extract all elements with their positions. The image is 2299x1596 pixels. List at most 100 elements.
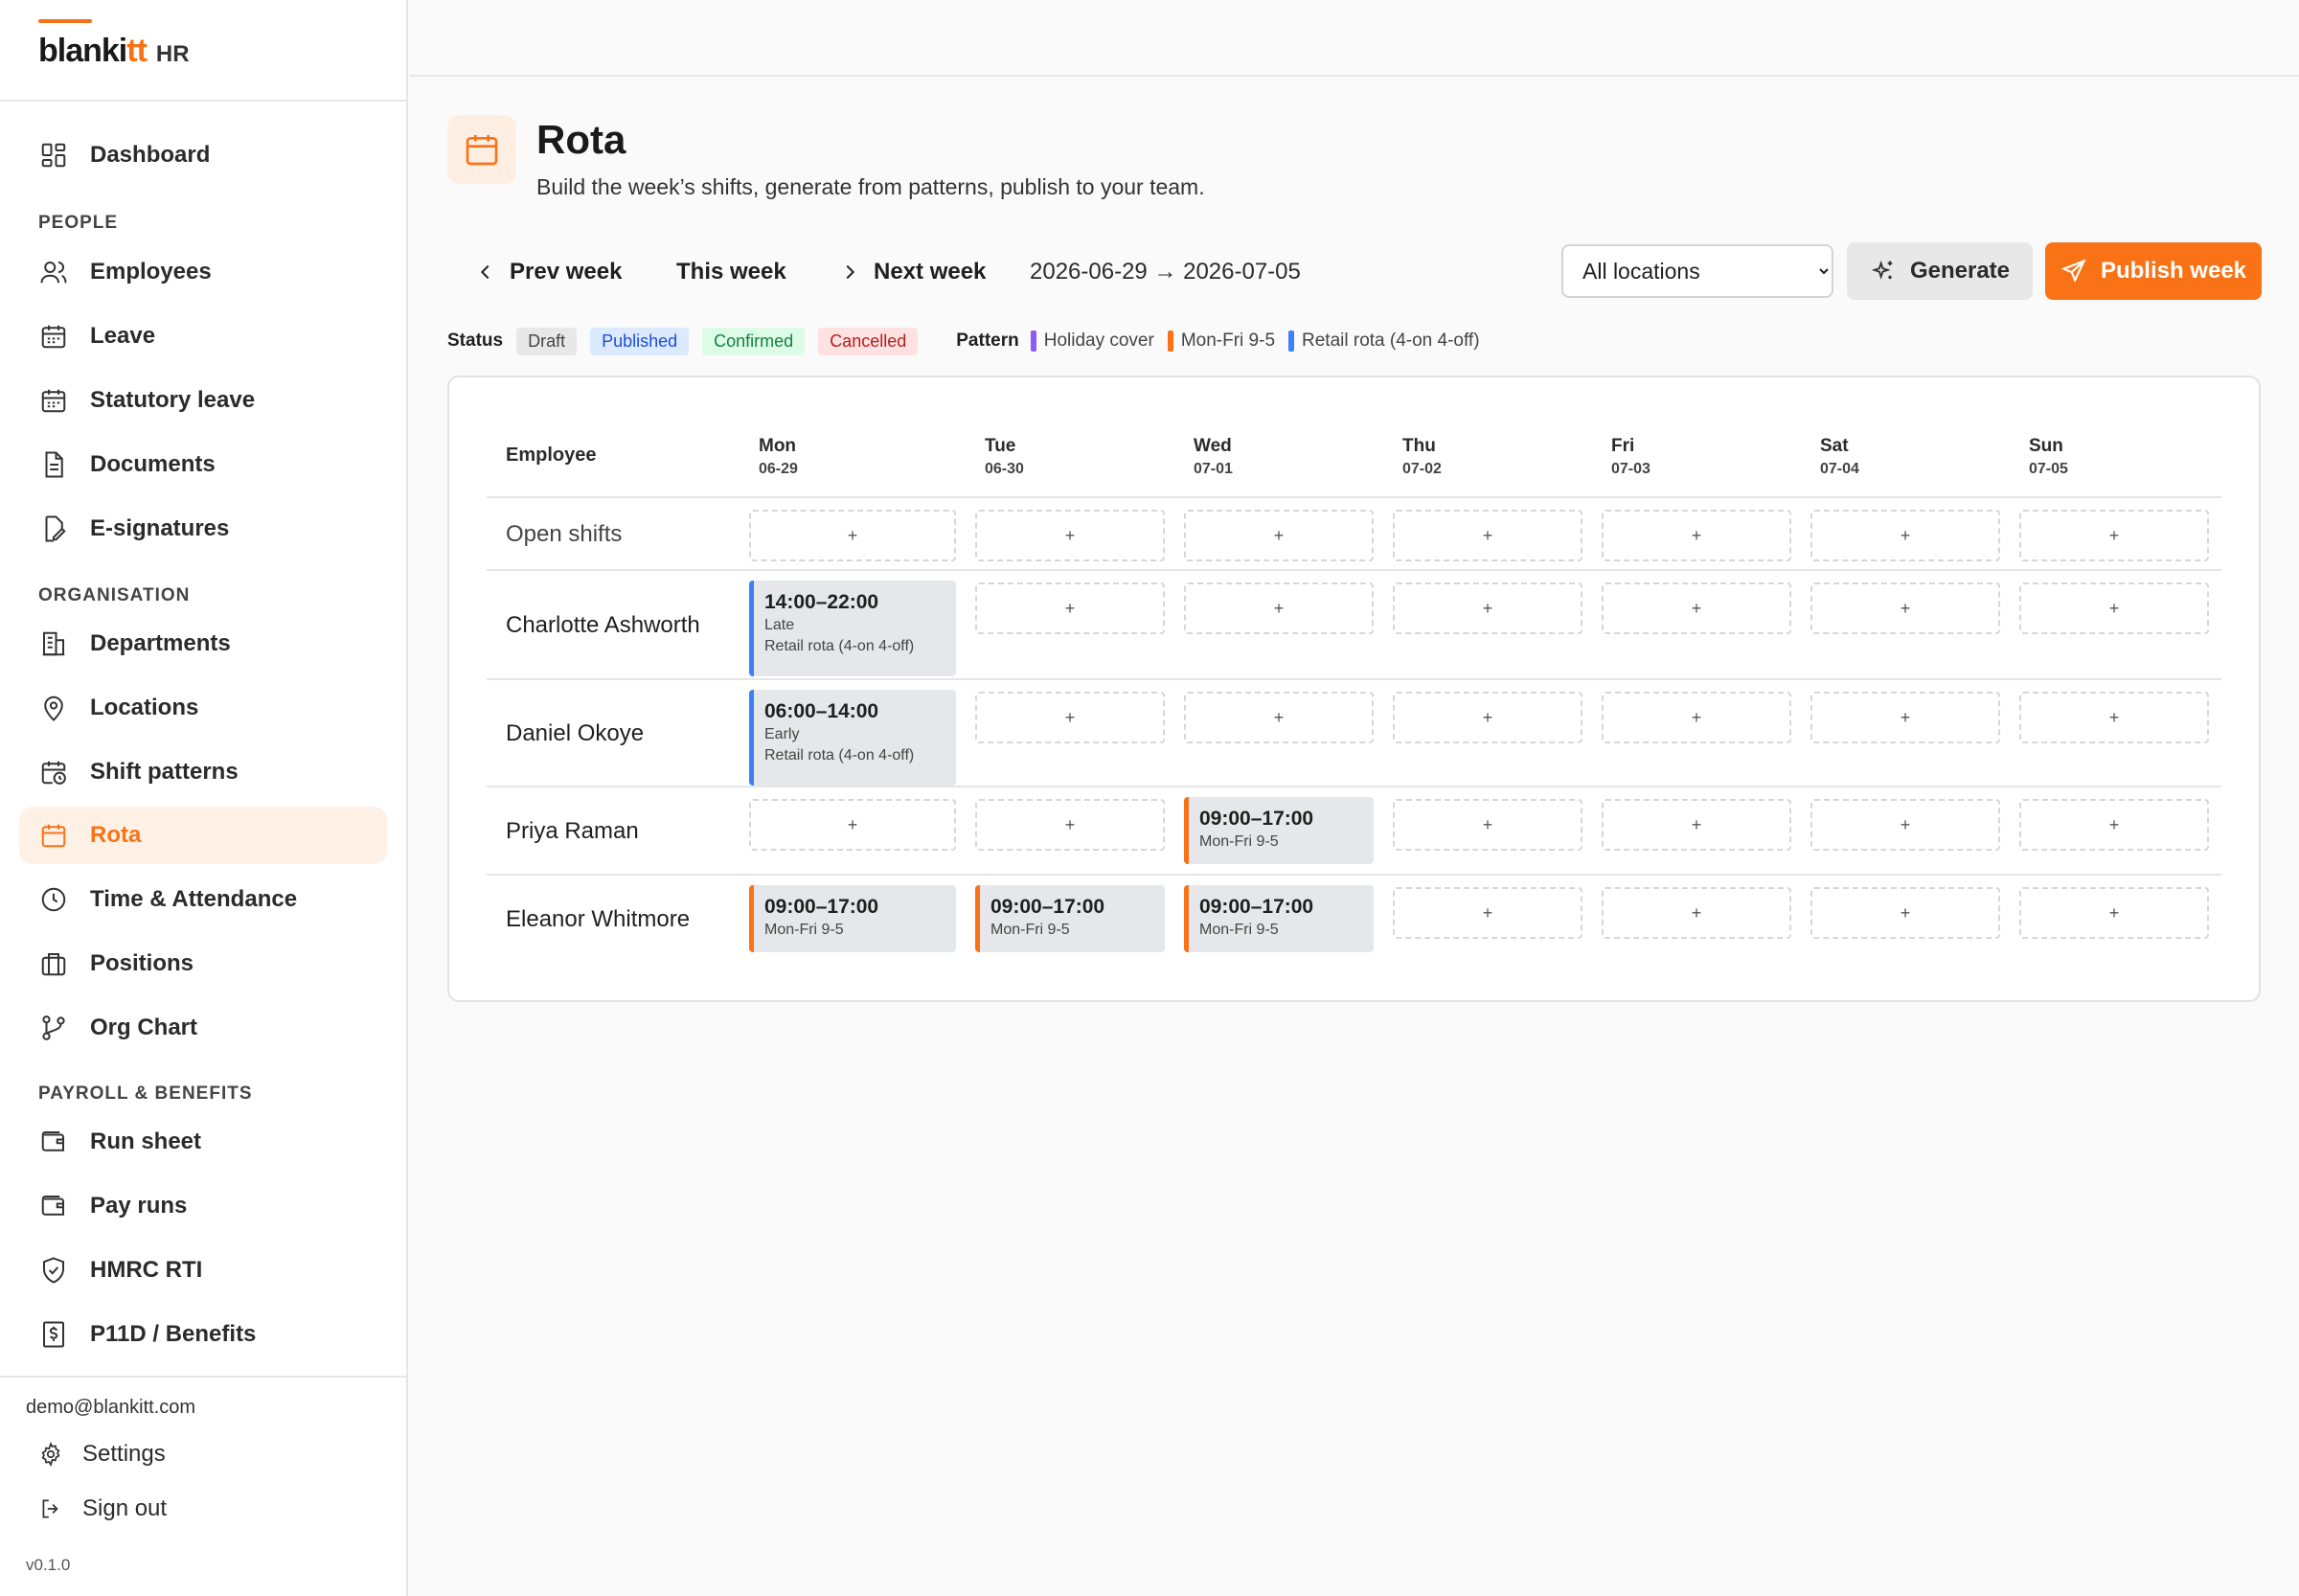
calendar-icon bbox=[38, 820, 69, 851]
day-name: Sun bbox=[2029, 436, 2063, 456]
sign-out-link[interactable]: Sign out bbox=[38, 1495, 167, 1522]
page-title: Rota bbox=[536, 117, 626, 162]
employee-name: Charlotte Ashworth bbox=[506, 612, 700, 638]
top-bar bbox=[410, 0, 2299, 77]
day-column-header: Sat 07-04 bbox=[1820, 435, 1859, 481]
shift-card[interactable]: 14:00–22:00 Late Retail rota (4-on 4-off) bbox=[749, 581, 956, 676]
add-shift-slot[interactable]: + bbox=[1810, 582, 2000, 634]
sidebar-item-pay-runs[interactable]: Pay runs bbox=[19, 1177, 387, 1235]
shift-time: 14:00–22:00 bbox=[764, 591, 879, 613]
brand-logo[interactable]: blankitt HR bbox=[38, 33, 190, 70]
sidebar-item-employees[interactable]: Employees bbox=[19, 243, 387, 301]
sidebar-item-dashboard[interactable]: Dashboard bbox=[19, 126, 387, 184]
sidebar-item-documents[interactable]: Documents bbox=[19, 436, 387, 493]
generate-button[interactable]: Generate bbox=[1847, 242, 2033, 300]
sidebar-item-leave[interactable]: Leave bbox=[19, 308, 387, 365]
day-column-header: Sun 07-05 bbox=[2029, 435, 2068, 481]
shift-card[interactable]: 09:00–17:00 Mon-Fri 9-5 bbox=[1184, 797, 1374, 864]
add-shift-slot[interactable]: + bbox=[1602, 582, 1791, 634]
sidebar-item-hmrc-rti[interactable]: HMRC RTI bbox=[19, 1242, 387, 1299]
day-name: Sat bbox=[1820, 436, 1849, 456]
sidebar-item-shift-patterns[interactable]: Shift patterns bbox=[19, 743, 387, 801]
add-shift-slot[interactable]: + bbox=[1393, 582, 1582, 634]
add-shift-slot[interactable]: + bbox=[1393, 799, 1582, 851]
sidebar-item-p11d-benefits[interactable]: P11D / Benefits bbox=[19, 1306, 387, 1363]
this-week-button[interactable]: This week bbox=[676, 251, 786, 293]
add-shift-slot[interactable]: + bbox=[2019, 799, 2209, 851]
settings-link[interactable]: Settings bbox=[38, 1441, 166, 1468]
shift-card[interactable]: 09:00–17:00 Mon-Fri 9-5 bbox=[1184, 885, 1374, 952]
add-shift-slot[interactable]: + bbox=[2019, 582, 2209, 634]
add-shift-slot[interactable]: + bbox=[1393, 692, 1582, 743]
sidebar-item-run-sheet[interactable]: Run sheet bbox=[19, 1113, 387, 1171]
pattern-name: Mon-Fri 9-5 bbox=[1180, 331, 1276, 351]
add-shift-slot[interactable]: + bbox=[1393, 510, 1582, 561]
sidebar-item-time-attendance[interactable]: Time & Attendance bbox=[19, 871, 387, 928]
sidebar-item-positions[interactable]: Positions bbox=[19, 935, 387, 992]
user-email: demo@blankitt.com bbox=[26, 1397, 196, 1418]
status-badge-draft: Draft bbox=[516, 327, 578, 355]
wallet-icon bbox=[38, 1191, 69, 1221]
sidebar-footer: demo@blankitt.com Settings Sign out v0.1… bbox=[0, 1376, 406, 1596]
dashboard-icon bbox=[38, 140, 69, 171]
add-shift-slot[interactable]: + bbox=[1184, 582, 1374, 634]
sidebar-item-org-chart[interactable]: Org Chart bbox=[19, 999, 387, 1057]
pattern-legend-item: Retail rota (4-on 4-off) bbox=[1288, 331, 1480, 352]
add-shift-slot[interactable]: + bbox=[1810, 692, 2000, 743]
chevron-left-icon bbox=[480, 264, 489, 280]
pattern-legend-item: Holiday cover bbox=[1030, 331, 1154, 352]
section-header-payroll: PAYROLL & BENEFITS bbox=[38, 1083, 253, 1104]
add-shift-slot[interactable]: + bbox=[1810, 887, 2000, 939]
add-shift-slot[interactable]: + bbox=[1602, 510, 1791, 561]
day-date: 07-05 bbox=[2029, 461, 2068, 477]
sidebar-item-esignatures[interactable]: E-signatures bbox=[19, 500, 387, 558]
add-shift-slot[interactable]: + bbox=[975, 582, 1165, 634]
add-shift-slot[interactable]: + bbox=[975, 510, 1165, 561]
employee-name: Eleanor Whitmore bbox=[506, 906, 691, 932]
add-shift-slot[interactable]: + bbox=[1810, 510, 2000, 561]
sidebar-item-statutory-leave[interactable]: Statutory leave bbox=[19, 372, 387, 429]
sparkles-icon bbox=[1871, 260, 1893, 280]
sidebar-item-label: Documents bbox=[90, 451, 216, 477]
pattern-legend-label: Pattern bbox=[956, 331, 1019, 351]
add-shift-slot[interactable]: + bbox=[1602, 799, 1791, 851]
shift-card[interactable]: 06:00–14:00 Early Retail rota (4-on 4-off) bbox=[749, 690, 956, 786]
receipt-dollar-icon bbox=[38, 1319, 69, 1350]
employee-name: Priya Raman bbox=[506, 818, 639, 844]
add-shift-slot[interactable]: + bbox=[2019, 510, 2209, 561]
add-shift-slot[interactable]: + bbox=[1184, 692, 1374, 743]
add-shift-slot[interactable]: + bbox=[749, 510, 956, 561]
add-shift-slot[interactable]: + bbox=[1602, 887, 1791, 939]
add-shift-slot[interactable]: + bbox=[975, 692, 1165, 743]
add-shift-slot[interactable]: + bbox=[1393, 887, 1582, 939]
next-week-button[interactable]: Next week bbox=[839, 251, 986, 293]
sidebar-item-rota[interactable]: Rota bbox=[19, 807, 387, 864]
add-shift-slot[interactable]: + bbox=[1184, 510, 1374, 561]
row-divider bbox=[487, 569, 2221, 571]
shift-card[interactable]: 09:00–17:00 Mon-Fri 9-5 bbox=[975, 885, 1165, 952]
add-shift-slot[interactable]: + bbox=[749, 799, 956, 851]
status-badge-published: Published bbox=[590, 327, 690, 355]
row-divider bbox=[487, 874, 2221, 876]
add-shift-slot[interactable]: + bbox=[975, 799, 1165, 851]
pattern-swatch bbox=[1030, 331, 1036, 352]
day-date: 06-30 bbox=[985, 461, 1024, 477]
add-shift-slot[interactable]: + bbox=[1810, 799, 2000, 851]
location-select[interactable]: All locations bbox=[1561, 244, 1833, 298]
legend: Status Draft Published Confirmed Cancell… bbox=[447, 326, 1493, 356]
add-shift-slot[interactable]: + bbox=[2019, 887, 2209, 939]
sidebar-item-label: Time & Attendance bbox=[90, 886, 298, 912]
add-shift-slot[interactable]: + bbox=[2019, 692, 2209, 743]
day-name: Fri bbox=[1611, 436, 1635, 456]
sidebar-item-label: Employees bbox=[90, 259, 212, 285]
sidebar-item-departments[interactable]: Departments bbox=[19, 615, 387, 673]
prev-week-button[interactable]: Prev week bbox=[475, 251, 622, 293]
row-divider bbox=[487, 786, 2221, 787]
publish-week-button[interactable]: Publish week bbox=[2045, 242, 2262, 300]
add-shift-slot[interactable]: + bbox=[1602, 692, 1791, 743]
sidebar-item-locations[interactable]: Locations bbox=[19, 679, 387, 737]
sidebar-item-label: P11D / Benefits bbox=[90, 1321, 257, 1347]
shift-card[interactable]: 09:00–17:00 Mon-Fri 9-5 bbox=[749, 885, 956, 952]
pattern-swatch bbox=[1288, 331, 1295, 352]
status-legend-label: Status bbox=[447, 331, 504, 351]
